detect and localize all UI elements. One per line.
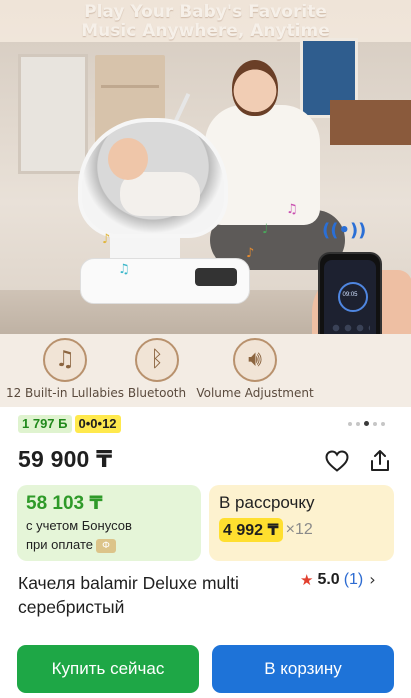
rating-value: 5.0 bbox=[317, 570, 340, 588]
feature-volume: 🔊︎ Volume Adjustment bbox=[190, 338, 320, 400]
product-rating[interactable]: ★ 5.0 (1) › bbox=[300, 570, 376, 589]
heart-icon bbox=[325, 450, 349, 472]
installment-amount: 4 992 ₸ bbox=[219, 518, 283, 542]
review-count[interactable]: (1) bbox=[344, 571, 364, 589]
feature-strip: ♫ 12 Built-in Lullabies ᛒ Bluetooth 🔊︎ V… bbox=[0, 334, 411, 407]
add-to-cart-button[interactable]: В корзину bbox=[212, 645, 394, 693]
music-note-icon: ♫ bbox=[286, 202, 298, 217]
product-image-gallery[interactable]: Play Your Baby's Favorite Music Anywhere… bbox=[0, 0, 411, 407]
bluetooth-icon: ᛒ bbox=[135, 338, 179, 382]
star-icon: ★ bbox=[300, 570, 314, 589]
favorite-button[interactable] bbox=[324, 449, 350, 473]
bonus-note-payment: при оплате Ф bbox=[26, 537, 116, 553]
installment-months: ×12 bbox=[285, 521, 313, 538]
payment-method-icon: Ф bbox=[95, 539, 116, 553]
installment-row: 4 992 ₸ ×12 bbox=[219, 518, 313, 542]
installment-title: В рассрочку bbox=[219, 493, 315, 512]
music-note-icon: ♪ bbox=[102, 232, 111, 247]
photo-window bbox=[18, 54, 88, 174]
product-title: Качеля balamir Deluxe multi серебристый bbox=[18, 573, 239, 617]
promo-badges: 1 797 Б 0•0•12 bbox=[18, 415, 121, 433]
share-icon bbox=[371, 450, 389, 471]
installment-badge: 0•0•12 bbox=[74, 415, 121, 433]
feature-label: Volume Adjustment bbox=[196, 386, 314, 400]
music-note-icon: ♪ bbox=[246, 246, 255, 261]
music-note-icon: ♫ bbox=[118, 262, 130, 277]
signal-waves-icon: ((•)) bbox=[322, 220, 367, 241]
buy-now-button[interactable]: Купить сейчас bbox=[17, 645, 199, 693]
product-card: 1 797 Б 0•0•12 59 900 ₸ 58 103 ₸ с учето… bbox=[0, 407, 411, 698]
headline-line-1: Play Your Baby's Favorite bbox=[84, 2, 327, 22]
headline-line-2: Music Anywhere, Anytime bbox=[81, 21, 330, 41]
speaker-volume-icon: 🔊︎ bbox=[233, 338, 277, 382]
phone-time: 09:05 bbox=[342, 292, 358, 298]
bonus-note-payment-text: при оплате bbox=[26, 537, 93, 552]
photo-mother-head bbox=[232, 60, 278, 116]
share-button[interactable] bbox=[367, 449, 393, 473]
image-headline: Play Your Baby's Favorite Music Anywhere… bbox=[0, 3, 411, 41]
music-note-icon: ♩ bbox=[262, 222, 269, 237]
gallery-dot[interactable] bbox=[356, 421, 360, 426]
gallery-dot[interactable] bbox=[348, 421, 352, 426]
product-price: 59 900 ₸ bbox=[18, 446, 113, 472]
gallery-dot[interactable] bbox=[373, 421, 377, 426]
bonus-note: с учетом Бонусов bbox=[26, 518, 132, 533]
music-notes-icon: ♫ bbox=[43, 338, 87, 382]
bonus-price-box[interactable]: 58 103 ₸ с учетом Бонусов при оплате Ф bbox=[17, 485, 201, 561]
gallery-dot-active[interactable] bbox=[364, 421, 369, 426]
photo-cabinet bbox=[330, 100, 411, 145]
installment-box[interactable]: В рассрочку 4 992 ₸ ×12 bbox=[209, 485, 394, 561]
photo-swing-control-panel bbox=[195, 268, 237, 286]
gallery-pagination bbox=[348, 421, 385, 426]
photo-baby-head bbox=[108, 138, 148, 180]
chevron-right-icon: › bbox=[369, 570, 376, 589]
gallery-dot[interactable] bbox=[381, 421, 385, 426]
bonus-price: 58 103 ₸ bbox=[26, 493, 103, 514]
bonus-badge: 1 797 Б bbox=[18, 415, 72, 433]
